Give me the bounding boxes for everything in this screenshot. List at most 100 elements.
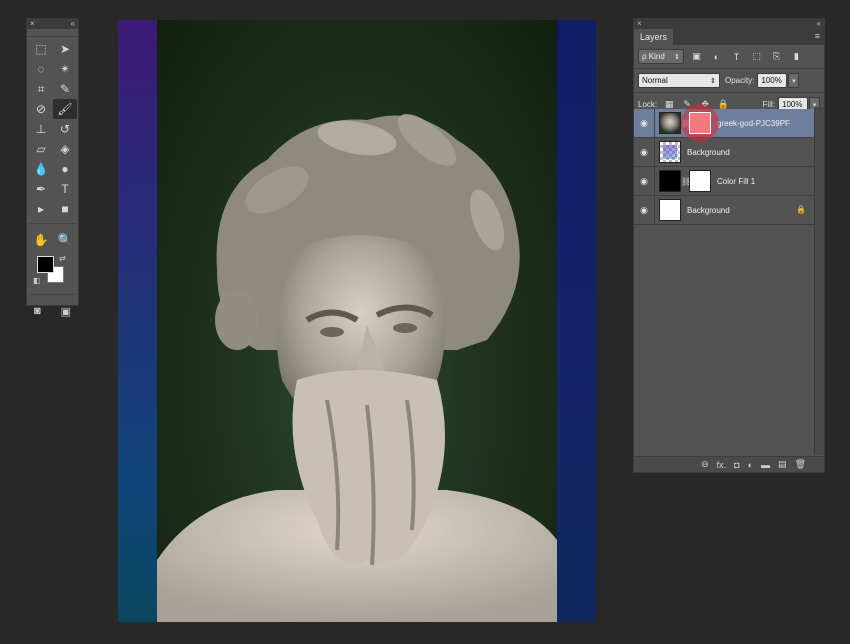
foreground-color-swatch[interactable] <box>37 256 54 273</box>
default-colors-icon[interactable]: ◧ <box>33 276 41 285</box>
tab-layers[interactable]: Layers <box>634 29 674 45</box>
collapse-icon[interactable]: « <box>817 19 821 29</box>
zoom-tool-icon[interactable]: 🔍 <box>53 230 77 250</box>
layer-row[interactable]: ◉ ⛓ greek-god-PJC39PF <box>634 104 816 142</box>
pixel-filter-icon[interactable]: ▣ <box>689 51 704 63</box>
rectangle-tool-icon[interactable]: ■ <box>53 199 77 219</box>
layer-row[interactable]: ◉ Background 🔒 <box>634 195 816 225</box>
blend-mode-value: Normal <box>642 76 668 85</box>
paint-bucket-tool-icon[interactable]: ◈ <box>53 139 77 159</box>
layer-name: greek-god-PJC39PF <box>717 118 790 128</box>
link-chain-icon[interactable]: ⛓ <box>681 177 691 186</box>
layer-row[interactable]: ◉ ⛓ Color Fill 1 <box>634 166 816 196</box>
opacity-input[interactable]: 100% <box>757 73 788 88</box>
layer-mask-thumbnail[interactable] <box>689 170 711 192</box>
canvas-gradient-right <box>557 20 596 622</box>
screen-mode-icon[interactable]: ▣ <box>61 305 71 318</box>
fill-value: 100% <box>782 100 803 109</box>
fx-icon[interactable]: fx. <box>717 460 727 470</box>
tool-grid-nav: ✋ 🔍 <box>27 228 78 250</box>
lock-icon: 🔒 <box>796 205 806 214</box>
layers-tab-bar: Layers ≡ <box>634 29 824 45</box>
blend-mode-select[interactable]: Normal ⇕ <box>638 73 720 88</box>
adjustment-filter-icon[interactable]: ◐ <box>709 51 724 63</box>
layer-divider <box>654 195 655 225</box>
layer-thumbnail <box>659 141 681 163</box>
path-selection-tool-icon[interactable]: ▸ <box>29 199 53 219</box>
layer-name: Background <box>687 205 730 215</box>
visibility-eye-icon[interactable]: ◉ <box>634 147 654 158</box>
new-layer-icon[interactable]: ▤ <box>778 459 787 470</box>
tools-grip[interactable] <box>27 29 78 37</box>
visibility-eye-icon[interactable]: ◉ <box>634 176 654 187</box>
history-brush-tool-icon[interactable]: ↺ <box>53 119 77 139</box>
document-canvas[interactable] <box>118 20 596 622</box>
tools-panel-header: × « <box>27 19 78 29</box>
magic-wand-tool-icon[interactable]: ✴ <box>53 59 77 79</box>
pen-tool-icon[interactable]: ✒ <box>29 179 53 199</box>
visibility-eye-icon[interactable]: ◉ <box>634 118 654 129</box>
close-icon[interactable]: × <box>637 19 642 29</box>
layers-panel-header: × « <box>634 19 824 29</box>
tool-grid: ⬚ ➤ ◌ ✴ ⌗ ✎ ⊘ 🖌 ⊥ ↺ ▱ ◈ 💧 ● ✒ T ▸ ■ <box>27 37 78 219</box>
marquee-tool-icon[interactable]: ⬚ <box>29 39 53 59</box>
color-swatches: ⇄ ◧ <box>27 254 78 290</box>
dodge-tool-icon[interactable]: ● <box>53 159 77 179</box>
collapse-icon[interactable]: « <box>71 19 75 29</box>
filter-toggle-icon[interactable]: ▮ <box>789 51 804 63</box>
brush-tool-icon[interactable]: 🖌 <box>53 99 77 119</box>
statue-illustration <box>157 114 557 622</box>
layer-thumbnail <box>659 199 681 221</box>
smart-object-filter-icon[interactable]: ⎘ <box>769 51 784 63</box>
blend-row: Normal ⇕ Opacity: 100% ▾ <box>634 69 824 93</box>
lasso-tool-icon[interactable]: ◌ <box>29 59 53 79</box>
new-group-icon[interactable]: ▬ <box>761 460 770 470</box>
canvas-gradient-left <box>118 20 157 622</box>
tools-divider-bottom <box>29 294 76 295</box>
trash-icon[interactable]: 🗑 <box>795 459 806 470</box>
layer-list: ◉ ⛓ greek-god-PJC39PF ◉ Background ◉ ⛓ C… <box>634 104 816 225</box>
statue-photo <box>157 20 557 622</box>
crop-tool-icon[interactable]: ⌗ <box>29 79 53 99</box>
clone-stamp-tool-icon[interactable]: ⊥ <box>29 119 53 139</box>
link-layers-icon[interactable]: ⊖ <box>701 459 709 470</box>
move-tool-icon[interactable]: ➤ <box>53 39 77 59</box>
filter-kind-select[interactable]: ρ Kind ⇕ <box>638 49 684 64</box>
opacity-label: Opacity: <box>725 76 755 85</box>
quick-mask-icon[interactable]: ◙ <box>34 305 41 318</box>
opacity-slider-button[interactable]: ▾ <box>788 73 800 88</box>
layers-scrollbar[interactable] <box>814 107 824 455</box>
layer-mask-thumbnail[interactable] <box>689 112 711 134</box>
blur-tool-icon[interactable]: 💧 <box>29 159 53 179</box>
layers-footer: ⊖ fx. ◘ ◐ ▬ ▤ 🗑 <box>634 456 824 472</box>
tools-divider <box>29 223 76 224</box>
layer-name: Color Fill 1 <box>717 176 756 186</box>
swap-colors-icon[interactable]: ⇄ <box>59 254 66 263</box>
opacity-value: 100% <box>761 76 782 85</box>
fill-layer-thumbnail <box>659 170 681 192</box>
filter-kind-label: ρ Kind <box>642 52 665 61</box>
hand-tool-icon[interactable]: ✋ <box>29 230 53 250</box>
layer-row[interactable]: ◉ Background <box>634 137 816 167</box>
add-mask-icon[interactable]: ◘ <box>734 460 739 470</box>
type-tool-icon[interactable]: T <box>53 179 77 199</box>
chevron-updown-icon: ⇕ <box>710 77 716 85</box>
layer-filter-row: ρ Kind ⇕ ▣ ◐ T ⬚ ⎘ ▮ <box>634 45 824 69</box>
visibility-eye-icon[interactable]: ◉ <box>634 205 654 216</box>
layer-divider <box>654 137 655 167</box>
tools-panel: × « ⬚ ➤ ◌ ✴ ⌗ ✎ ⊘ 🖌 ⊥ ↺ ▱ ◈ 💧 ● ✒ T ▸ ■ … <box>26 18 79 318</box>
type-filter-icon[interactable]: T <box>729 51 744 63</box>
close-icon[interactable]: × <box>30 19 35 29</box>
tools-bottom-row: ◙ ▣ <box>27 299 78 318</box>
healing-brush-tool-icon[interactable]: ⊘ <box>29 99 53 119</box>
eraser-tool-icon[interactable]: ▱ <box>29 139 53 159</box>
layer-thumbnail <box>659 112 681 134</box>
layer-name: Background <box>687 147 730 157</box>
adjustment-layer-icon[interactable]: ◐ <box>748 460 753 470</box>
fill-label: Fill: <box>762 100 775 109</box>
shape-filter-icon[interactable]: ⬚ <box>749 51 764 63</box>
panel-menu-icon[interactable]: ≡ <box>815 31 820 41</box>
layer-divider <box>654 166 655 196</box>
layers-panel: × « Layers ≡ ρ Kind ⇕ ▣ ◐ T ⬚ ⎘ ▮ Normal ⇕… <box>633 18 825 473</box>
eyedropper-tool-icon[interactable]: ✎ <box>53 79 77 99</box>
